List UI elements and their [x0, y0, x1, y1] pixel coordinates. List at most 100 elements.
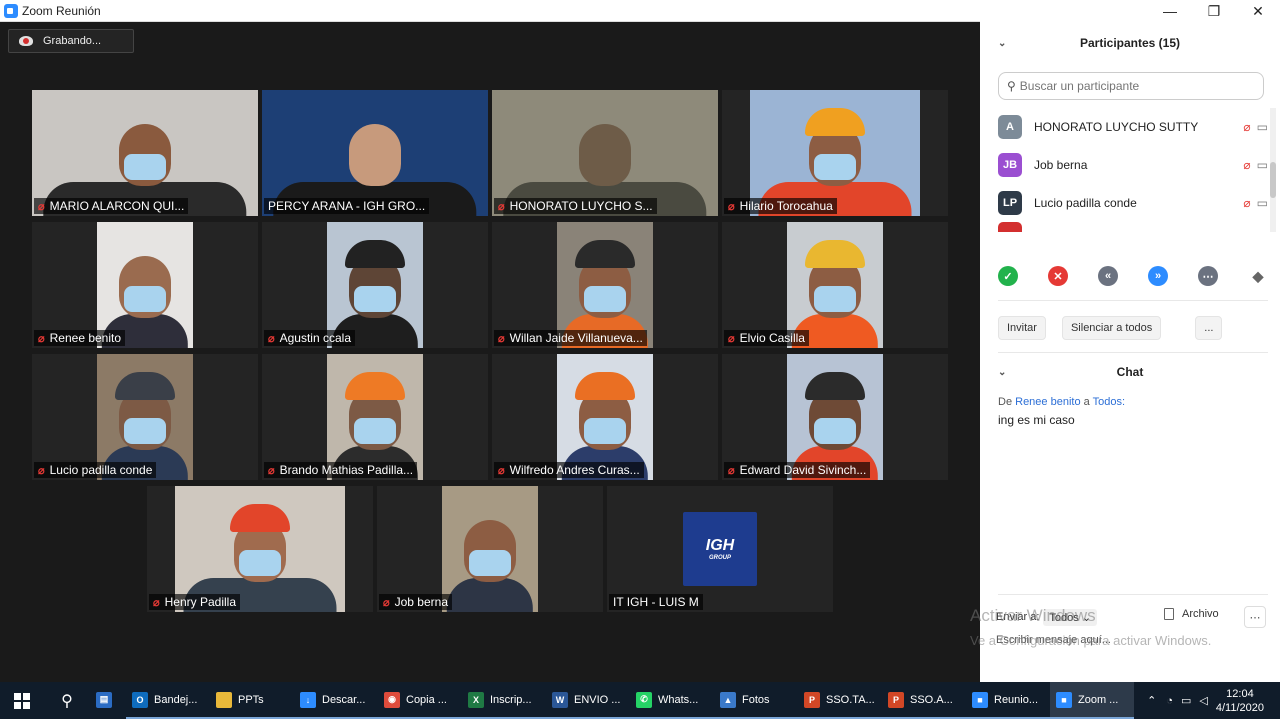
file-label: Archivo	[1182, 608, 1219, 620]
participant-actions: Invitar Silenciar a todos ...	[998, 316, 1268, 340]
participant-name-label: ⌀ Renee benito	[34, 330, 126, 346]
taskbar-item[interactable]: ▲ Fotos	[714, 682, 798, 719]
participant-video-tile[interactable]: ⌀ Job berna	[377, 486, 603, 612]
close-button[interactable]: ✕	[1236, 3, 1280, 20]
taskbar-item[interactable]: X Inscrip...	[462, 682, 546, 719]
participant-name: Willan Jaide Villanueva...	[509, 331, 643, 345]
collapse-chevron-icon[interactable]: ⌄	[998, 367, 1006, 378]
face-mask	[814, 154, 856, 180]
taskbar-item[interactable]: PPTs	[210, 682, 294, 719]
mic-muted-icon[interactable]: ⌀	[1243, 120, 1250, 134]
go-faster-icon[interactable]: »	[1148, 266, 1168, 286]
participant-video-tile[interactable]: ⌀ Edward David Sivinch...	[722, 354, 948, 480]
participant-name-label: ⌀ Willan Jaide Villanueva...	[494, 330, 647, 346]
clock[interactable]: 12:04 4/11/2020	[1216, 687, 1264, 715]
camera-icon[interactable]: ▭	[1257, 120, 1268, 134]
participant-video-tile[interactable]: ⌀ Lucio padilla conde	[32, 354, 258, 480]
chat-sender[interactable]: Renee benito	[1015, 396, 1080, 408]
camera-icon[interactable]: ▭	[1257, 196, 1268, 210]
participant-video-tile[interactable]: ⌀ Agustin ccala	[262, 222, 488, 348]
taskbar-item[interactable]: ■ Zoom ...	[1050, 682, 1134, 719]
participant-video-tile[interactable]: ⌀ Elvio Casilla	[722, 222, 948, 348]
participant-search-input[interactable]	[1019, 79, 1250, 93]
clock-date: 4/11/2020	[1215, 701, 1264, 714]
chat-more-button[interactable]: ⋯	[1244, 606, 1266, 628]
invite-button[interactable]: Invitar	[998, 316, 1046, 340]
hard-hat	[345, 372, 405, 400]
hard-hat	[805, 108, 865, 136]
start-button[interactable]	[0, 682, 44, 719]
more-reactions-icon[interactable]: ⋯	[1198, 266, 1218, 286]
taskbar-item[interactable]: ↓ Descar...	[294, 682, 378, 719]
participant-video-tile[interactable]: ⌀ MARIO ALARCON QUI...	[32, 90, 258, 216]
participant-video-tile[interactable]: IGH GROUP IT IGH - LUIS M	[607, 486, 833, 612]
clear-all-icon[interactable]: ◆	[1248, 266, 1268, 286]
participant-video-tile[interactable]: ⌀ Brando Mathias Padilla...	[262, 354, 488, 480]
volume-icon[interactable]: ◁	[1199, 694, 1207, 707]
title-bar: Zoom Reunión	[0, 0, 980, 22]
participant-name: Henry Padilla	[164, 595, 236, 609]
participant-video-tile[interactable]: ⌀ Henry Padilla	[147, 486, 373, 612]
taskbar-item[interactable]: W ENVIO ...	[546, 682, 630, 719]
whatsapp-icon: ✆	[636, 691, 652, 708]
search-icon[interactable]: ⚲	[44, 682, 90, 719]
participant-name-label: ⌀ MARIO ALARCON QUI...	[34, 198, 189, 214]
participant-name-label: IT IGH - LUIS M	[609, 594, 703, 610]
file-button[interactable]: Archivo	[1164, 608, 1219, 620]
taskbar-item-label: Inscrip...	[490, 693, 532, 706]
participant-search[interactable]: ⚲	[998, 72, 1264, 100]
participants-header: ⌄ Participantes (15)	[980, 30, 1280, 56]
chat-recipient[interactable]: Todos:	[1093, 396, 1125, 408]
no-icon[interactable]: ✕	[1048, 266, 1068, 286]
excel-icon: X	[468, 691, 484, 708]
logo-subtext: GROUP	[708, 555, 731, 561]
restore-button[interactable]: ❐	[1192, 3, 1236, 20]
wifi-icon[interactable]: ◔	[1166, 695, 1173, 707]
participant-row[interactable]: LP Lucio padilla conde ⌀ ▭	[998, 184, 1268, 222]
battery-icon[interactable]: ▭	[1181, 694, 1191, 707]
face-mask	[124, 286, 166, 312]
mic-muted-icon: ⌀	[268, 332, 275, 345]
participant-name-label: ⌀ Elvio Casilla	[724, 330, 809, 346]
more-button[interactable]: ...	[1195, 316, 1223, 340]
recording-indicator[interactable]: Grabando...	[8, 29, 134, 53]
mic-muted-icon[interactable]: ⌀	[1243, 196, 1250, 210]
participant-name-label: ⌀ HONORATO LUYCHO S...	[494, 198, 657, 214]
taskbar-item[interactable]: ■ Reunio...	[966, 682, 1050, 719]
chevron-up-icon[interactable]: ⌃	[1147, 694, 1156, 707]
yes-icon[interactable]: ✓	[998, 266, 1018, 286]
participant-row[interactable]: A HONORATO LUYCHO SUTTY ⌀ ▭	[998, 108, 1268, 146]
hard-hat	[345, 240, 405, 268]
minimize-button[interactable]: —	[1148, 3, 1192, 19]
taskbar-item[interactable]: ▤	[90, 682, 126, 719]
go-slower-icon[interactable]: «	[1098, 266, 1118, 286]
taskbar-item[interactable]: O Bandej...	[126, 682, 210, 719]
collapse-chevron-icon[interactable]: ⌄	[998, 38, 1006, 49]
video-gallery: Grabando... ⌀ MARIO ALARCON QUI... PERCY A…	[0, 22, 980, 682]
participant-name-label: ⌀ Brando Mathias Padilla...	[264, 462, 418, 478]
participant-video-tile[interactable]: PERCY ARANA - IGH GRO...	[262, 90, 488, 216]
participant-list-scrollbar[interactable]	[1270, 108, 1276, 232]
camera-icon[interactable]: ▭	[1257, 158, 1268, 172]
taskbar-item[interactable]: ✆ Whats...	[630, 682, 714, 719]
scrollbar-thumb[interactable]	[1270, 162, 1276, 198]
taskbar-item[interactable]: P SSO.TA...	[798, 682, 882, 719]
mic-muted-icon[interactable]: ⌀	[1243, 158, 1250, 172]
taskbar-item[interactable]: P SSO.A...	[882, 682, 966, 719]
participant-video-tile[interactable]: ⌀ Hilario Torocahua	[722, 90, 948, 216]
mute-all-button[interactable]: Silenciar a todos	[1061, 316, 1162, 340]
mic-muted-icon: ⌀	[728, 332, 735, 345]
participant-video-tile[interactable]: ⌀ Willan Jaide Villanueva...	[492, 222, 718, 348]
face-mask	[354, 286, 396, 312]
search-icon: ⚲	[1007, 79, 1016, 93]
face-mask	[584, 418, 626, 444]
participant-row[interactable]: JB Job berna ⌀ ▭	[998, 146, 1268, 184]
participant-video-tile[interactable]: ⌀ Wilfredo Andres Curas...	[492, 354, 718, 480]
divider	[998, 594, 1268, 595]
chat-from-prefix: De	[998, 396, 1013, 408]
participant-name: Agustin ccala	[279, 331, 351, 345]
participant-video-tile[interactable]: ⌀ HONORATO LUYCHO S...	[492, 90, 718, 216]
participants-title: Participantes (15)	[1079, 36, 1181, 50]
participant-video-tile[interactable]: ⌀ Renee benito	[32, 222, 258, 348]
taskbar-item[interactable]: ◉ Copia ...	[378, 682, 462, 719]
